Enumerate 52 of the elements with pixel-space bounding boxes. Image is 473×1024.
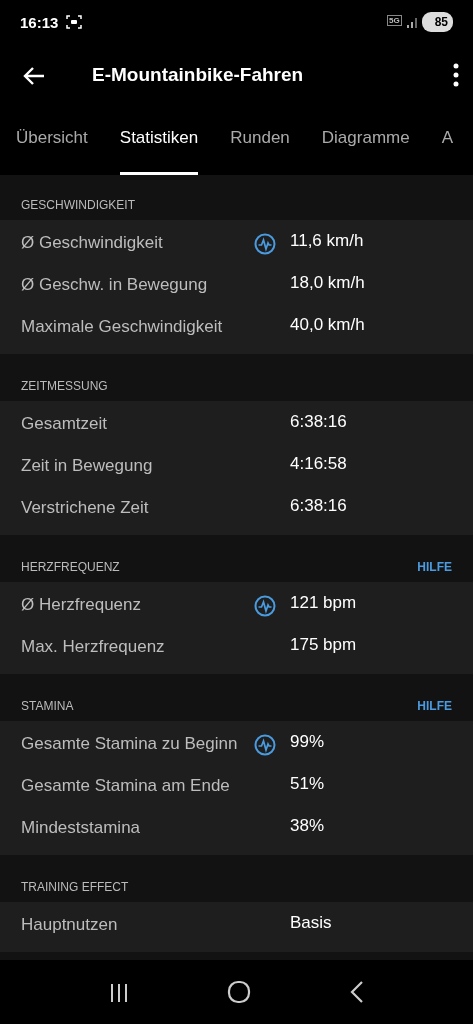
section-header: TRAINING EFFECT xyxy=(21,879,129,896)
stat-label: Zeit in Bewegung xyxy=(21,455,153,477)
section-header: GESCHWINDIGKEIT xyxy=(21,197,135,214)
screenshot-icon xyxy=(66,15,83,29)
stat-value: 4:16:58 xyxy=(290,453,347,475)
recent-apps-icon xyxy=(109,982,130,1003)
stat-value: 38% xyxy=(290,815,325,837)
chart-icon[interactable] xyxy=(254,734,276,756)
more-options-icon xyxy=(453,63,459,88)
stat-label: Ø Herzfrequenz xyxy=(21,594,141,616)
signal-icon xyxy=(405,16,418,28)
stat-value: 51% xyxy=(290,773,325,795)
stat-label: Ø Geschw. in Bewegung xyxy=(21,274,208,296)
status-time: 16:13 xyxy=(20,13,59,33)
chart-icon[interactable] xyxy=(254,595,276,617)
section-header: ZEITMESSUNG xyxy=(21,378,108,395)
tab[interactable]: Übersicht xyxy=(16,105,88,175)
back-nav-button[interactable] xyxy=(349,979,364,1005)
network-label: 5G xyxy=(386,15,402,26)
tab[interactable]: Runden xyxy=(230,105,290,175)
screen-title: E-Mountainbike-Fahren xyxy=(92,62,305,87)
tab[interactable]: A xyxy=(441,105,453,175)
stat-label: Ø Geschwindigkeit xyxy=(21,232,163,254)
more-options-button[interactable] xyxy=(453,62,459,88)
stat-value: 11,6 km/h xyxy=(290,230,364,252)
back-arrow-icon xyxy=(22,65,46,86)
stat-value: 6:38:16 xyxy=(290,411,347,433)
stat-label: Max. Herzfrequenz xyxy=(21,636,165,658)
tab[interactable]: Diagramme xyxy=(321,105,410,175)
stat-value: 18,0 km/h xyxy=(290,272,365,294)
stat-value: Basis xyxy=(290,912,332,934)
stat-label: Gesamte Stamina zu Beginn xyxy=(21,733,238,755)
stat-value: 6:38:16 xyxy=(290,495,347,517)
stat-value: 121 bpm xyxy=(290,592,357,614)
stat-value: 175 bpm xyxy=(290,634,357,656)
stat-label: Mindeststamina xyxy=(21,817,141,839)
battery-level: 85 xyxy=(421,12,453,32)
stat-value: 40,0 km/h xyxy=(290,314,365,336)
back-chevron-icon xyxy=(349,980,364,1005)
home-icon xyxy=(227,980,252,1005)
home-button[interactable] xyxy=(227,979,252,1005)
help-link[interactable]: HILFE xyxy=(417,558,452,576)
stat-value: 99% xyxy=(290,731,325,753)
stat-label: Gesamtzeit xyxy=(21,413,107,435)
section-header: HERZFREQUENZ xyxy=(21,559,120,576)
section-header: STAMINA xyxy=(21,698,74,715)
chart-icon[interactable] xyxy=(254,233,276,255)
stat-label: Hauptnutzen xyxy=(21,914,118,936)
stat-label: Verstrichene Zeit xyxy=(21,497,149,519)
stat-label: Gesamte Stamina am Ende xyxy=(21,775,230,797)
help-link[interactable]: HILFE xyxy=(417,697,452,715)
stat-label: Maximale Geschwindigkeit xyxy=(21,316,223,338)
